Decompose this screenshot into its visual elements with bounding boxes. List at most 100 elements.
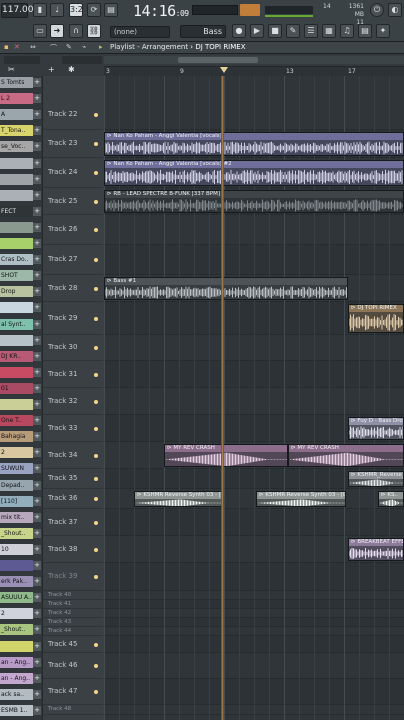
channel-label[interactable]	[0, 173, 33, 185]
add-icon[interactable]: +	[33, 255, 41, 265]
mute-led-icon[interactable]	[94, 399, 98, 404]
mute-led-icon[interactable]	[94, 575, 98, 579]
power-button[interactable]: ⏻	[370, 3, 384, 17]
mute-led-icon[interactable]	[94, 477, 98, 481]
channel-row[interactable]: FECT +	[0, 205, 42, 217]
channel-row[interactable]: L 2 +	[0, 93, 42, 105]
zoom-icon[interactable]: ⇔	[30, 43, 36, 51]
link-button[interactable]: ⛓	[87, 24, 101, 38]
add-icon[interactable]: +	[33, 190, 41, 200]
add-icon[interactable]: +	[33, 383, 41, 393]
channel-row[interactable]: A +	[0, 109, 42, 121]
add-icon[interactable]: +	[33, 561, 41, 570]
clip-title[interactable]: ⊳ KSHMR Reverse Synth 03 - [D]	[257, 492, 345, 499]
playlist-view-button[interactable]: ▭	[33, 24, 47, 38]
add-icon[interactable]: +	[33, 480, 41, 490]
mute-led-icon[interactable]	[94, 453, 98, 458]
mute-led-icon[interactable]	[94, 426, 98, 431]
mute-led-icon[interactable]	[94, 258, 98, 262]
channel-row[interactable]: One T.. +	[0, 415, 42, 427]
timeline-ruler[interactable]: 3 9 13 17	[104, 66, 404, 76]
track-header[interactable]: Track 32	[43, 388, 103, 415]
channel-label[interactable]	[0, 238, 33, 249]
snap-icon[interactable]: ⌒	[50, 43, 57, 53]
playhead[interactable]	[221, 76, 224, 720]
add-icon[interactable]: +	[33, 367, 41, 377]
add-icon[interactable]: +	[33, 609, 41, 619]
channel-label[interactable]: an - Ang..	[0, 672, 33, 684]
channel-row[interactable]: ESMB 1.. +	[0, 704, 42, 716]
clip-title[interactable]: ⊳ Nan Ko Paham - Anggi Valentia [vocals]…	[105, 161, 403, 168]
channel-label[interactable]: al Synt..	[0, 318, 33, 330]
clip-title[interactable]: ⊳ Nan Ko Paham - Anggi Valentia [vocals]	[105, 133, 403, 140]
mute-icon[interactable]: ✕	[14, 43, 20, 51]
draw-icon[interactable]: ✎	[66, 43, 72, 51]
channel-label[interactable]: 10	[0, 543, 33, 555]
track-header[interactable]: Track 48	[43, 705, 103, 715]
track-header[interactable]: Track 40	[43, 591, 103, 600]
channel-label[interactable]: Depad..	[0, 479, 33, 491]
channel-row[interactable]: SHOT +	[0, 270, 42, 282]
channel-label[interactable]	[0, 189, 33, 201]
track-header[interactable]: Track 31	[43, 361, 103, 388]
channel-label[interactable]: ASUUU A..	[0, 592, 33, 604]
channel-row[interactable]: 10 +	[0, 543, 42, 555]
view-button[interactable]: ◐	[388, 3, 402, 17]
channel-label[interactable]: S Tomts	[0, 77, 33, 88]
channel-row[interactable]: Bahagia +	[0, 431, 42, 443]
channel-row[interactable]: SUWUN +	[0, 463, 42, 475]
track-header[interactable]: Track 35	[43, 469, 103, 489]
channel-label[interactable]: DJ KR..	[0, 350, 33, 362]
channel-row[interactable]: +	[0, 221, 42, 233]
channel-label[interactable]: 2	[0, 447, 33, 459]
stop-button[interactable]: ■	[268, 24, 282, 38]
mute-led-icon[interactable]	[94, 316, 98, 321]
channel-label[interactable]: A	[0, 109, 33, 121]
mute-led-icon[interactable]	[94, 372, 98, 377]
channel-row[interactable]: +	[0, 366, 42, 378]
audio-clip[interactable]: ⊳ KSHMR Reverse Synth 03 - [D]	[256, 491, 346, 507]
lock-icon[interactable]: ▪	[4, 43, 9, 51]
channel-label[interactable]	[0, 640, 33, 652]
mute-led-icon[interactable]	[94, 199, 98, 204]
channel-row[interactable]: +	[0, 157, 42, 169]
channel-label[interactable]	[0, 366, 33, 378]
track-header[interactable]: Track 44	[43, 627, 103, 636]
add-icon[interactable]: +	[33, 641, 41, 651]
add-icon[interactable]: +	[33, 496, 41, 506]
channel-row[interactable]: +	[0, 640, 42, 652]
clip-title[interactable]: ⊳ RB - LEAD SPECTRE B-FUNK [337 BPM]	[105, 191, 403, 198]
track-header[interactable]: Track 45	[43, 636, 103, 653]
mute-led-icon[interactable]	[94, 113, 98, 117]
track-header[interactable]: Track 28	[43, 275, 103, 302]
channel-row[interactable]: an - Ang.. +	[0, 672, 42, 684]
channel-label[interactable]	[0, 302, 33, 314]
add-icon[interactable]: +	[33, 512, 41, 522]
channel-row[interactable]: [110] +	[0, 495, 42, 507]
track-header[interactable]: Track 29	[43, 302, 103, 335]
mute-led-icon[interactable]	[94, 520, 98, 525]
mute-led-icon[interactable]	[94, 346, 98, 350]
add-icon[interactable]: +	[33, 625, 41, 635]
clip-title[interactable]: ⊳ MY REV CRASH	[165, 445, 287, 452]
add-icon[interactable]: +	[33, 303, 41, 313]
audio-clip[interactable]: ⊳ MY REV CRASH	[288, 444, 404, 467]
add-icon[interactable]: +	[33, 142, 41, 152]
tempo-display[interactable]: 117.000	[1, 3, 39, 18]
browser-button[interactable]: ▤	[358, 24, 372, 38]
channel-label[interactable]	[0, 157, 33, 169]
channel-label[interactable]: 01	[0, 382, 33, 394]
mute-led-icon[interactable]	[94, 142, 98, 146]
pointer-icon[interactable]: ✱	[68, 65, 75, 74]
mute-led-icon[interactable]	[94, 664, 98, 668]
mute-led-icon[interactable]	[94, 642, 98, 647]
add-icon[interactable]: +	[33, 319, 41, 329]
channel-row[interactable]: ack sa.. +	[0, 688, 42, 700]
add-icon[interactable]: +	[33, 206, 41, 216]
clip-title[interactable]: ⊳ MY REV CRASH	[289, 445, 403, 452]
channel-label[interactable]	[0, 560, 33, 571]
track-header[interactable]: Track 37	[43, 509, 103, 536]
track-header[interactable]: Track 47	[43, 679, 103, 705]
snap-button[interactable]: ∩	[69, 24, 83, 38]
channel-row[interactable]: erk Pak.. +	[0, 576, 42, 588]
